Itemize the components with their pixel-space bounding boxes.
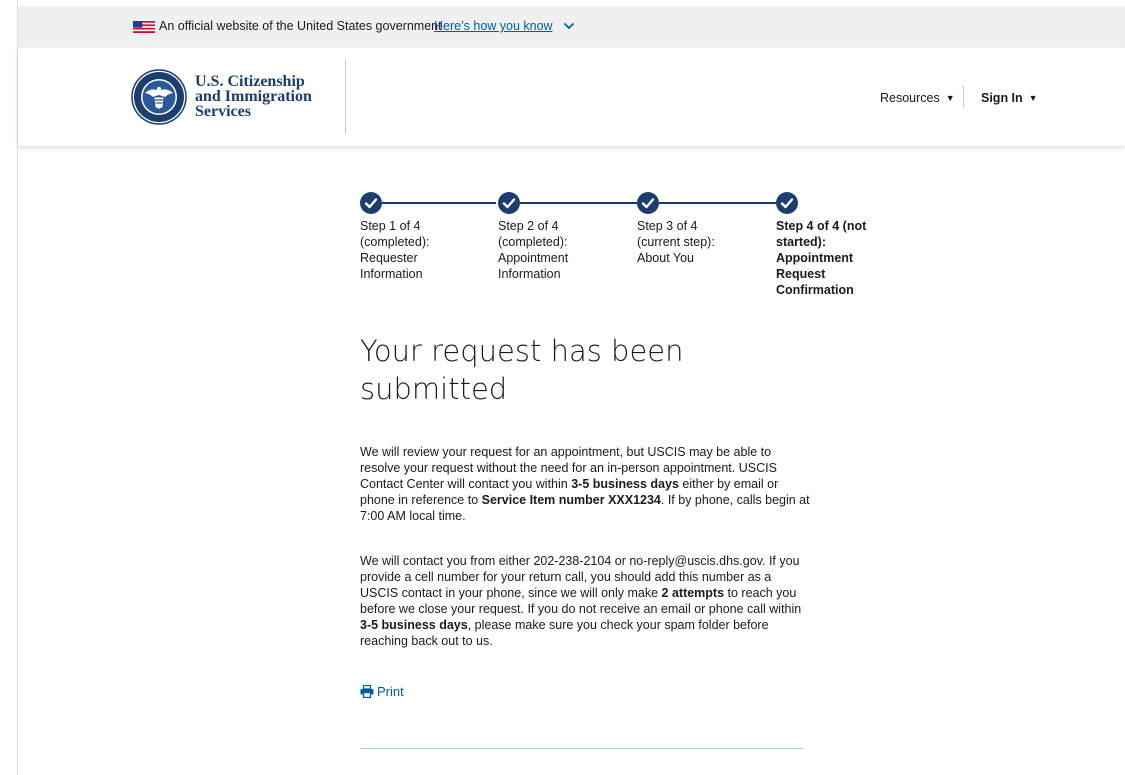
step-4-line: Step 4 of 4 (not xyxy=(776,219,867,233)
step-connector xyxy=(659,202,776,204)
header-divider xyxy=(345,60,346,134)
step-2-line: Step 2 of 4 xyxy=(498,219,559,233)
print-button[interactable]: Print xyxy=(360,684,404,699)
caret-down-icon: ▼ xyxy=(1028,93,1038,103)
step-1-line: Information xyxy=(360,267,423,281)
printer-icon xyxy=(360,684,374,699)
step-2-line: Appointment xyxy=(498,251,569,265)
chevron-down-icon[interactable] xyxy=(563,21,575,31)
nav-divider xyxy=(963,86,964,108)
step-1-line: Requester xyxy=(360,251,418,265)
page-title-line2: submitted xyxy=(360,372,508,406)
step-4-line: Confirmation xyxy=(776,283,854,297)
caret-down-icon: ▼ xyxy=(945,93,955,103)
step-3-line: About You xyxy=(637,251,695,265)
attempts-emphasis: 2 attempts xyxy=(661,586,725,600)
step-4-line: Appointment xyxy=(776,251,854,265)
heres-how-you-know-link[interactable]: Here’s how you know xyxy=(434,19,553,33)
step-3-line: Step 3 of 4 xyxy=(637,219,698,233)
agency-name-line3: Services xyxy=(195,103,251,120)
step-1-line: (completed): xyxy=(360,235,430,249)
step-2-line: (completed): xyxy=(498,235,568,249)
step-3-label: Step 3 of 4 (current step): About You xyxy=(637,218,767,266)
check-circle-icon xyxy=(360,192,382,214)
page-title-line1: Your request has been xyxy=(360,334,684,368)
business-days-emphasis: 3-5 business days xyxy=(571,477,679,491)
sign-in-menu-button[interactable]: Sign In ▼ xyxy=(981,91,1038,105)
business-days-emphasis: 3-5 business days xyxy=(360,618,468,632)
contact-paragraph: We will contact you from either 202-238-… xyxy=(360,553,810,649)
step-connector xyxy=(382,202,496,204)
step-connector xyxy=(520,202,637,204)
resources-label: Resources xyxy=(880,91,940,105)
step-3-line: (current step): xyxy=(637,235,715,249)
check-circle-icon xyxy=(637,192,659,214)
step-2-line: Information xyxy=(498,267,561,281)
step-1-label: Step 1 of 4 (completed): Requester Infor… xyxy=(360,218,490,282)
step-1-line: Step 1 of 4 xyxy=(360,219,421,233)
gov-banner: An official website of the United States… xyxy=(18,6,1125,48)
agency-name-line1: U.S. Citizenship xyxy=(195,73,305,90)
step-4-label: Step 4 of 4 (not started): Appointment R… xyxy=(776,218,906,298)
step-4-line: started): xyxy=(776,235,827,249)
resources-menu-button[interactable]: Resources ▼ xyxy=(880,91,955,105)
step-2-label: Step 2 of 4 (completed): Appointment Inf… xyxy=(498,218,628,282)
site-header: U.S. Citizenship and Immigration Service… xyxy=(18,48,1125,146)
page-title: Your request has been submitted xyxy=(360,332,780,408)
print-label: Print xyxy=(377,684,404,699)
agency-name-line2: and Immigration xyxy=(195,88,312,105)
step-4-line: Request xyxy=(776,267,826,281)
sign-in-label: Sign In xyxy=(981,91,1023,105)
us-flag-icon xyxy=(133,21,155,33)
service-item-number: Service Item number XXX1234 xyxy=(481,493,661,507)
content-divider xyxy=(360,748,803,749)
review-paragraph: We will review your request for an appoi… xyxy=(360,444,810,524)
check-circle-icon xyxy=(776,192,798,214)
agency-name[interactable]: U.S. Citizenship and Immigration Service… xyxy=(195,73,312,120)
gov-banner-text: An official website of the United States… xyxy=(159,19,442,33)
check-circle-icon xyxy=(498,192,520,214)
dhs-seal-icon[interactable] xyxy=(131,69,187,125)
